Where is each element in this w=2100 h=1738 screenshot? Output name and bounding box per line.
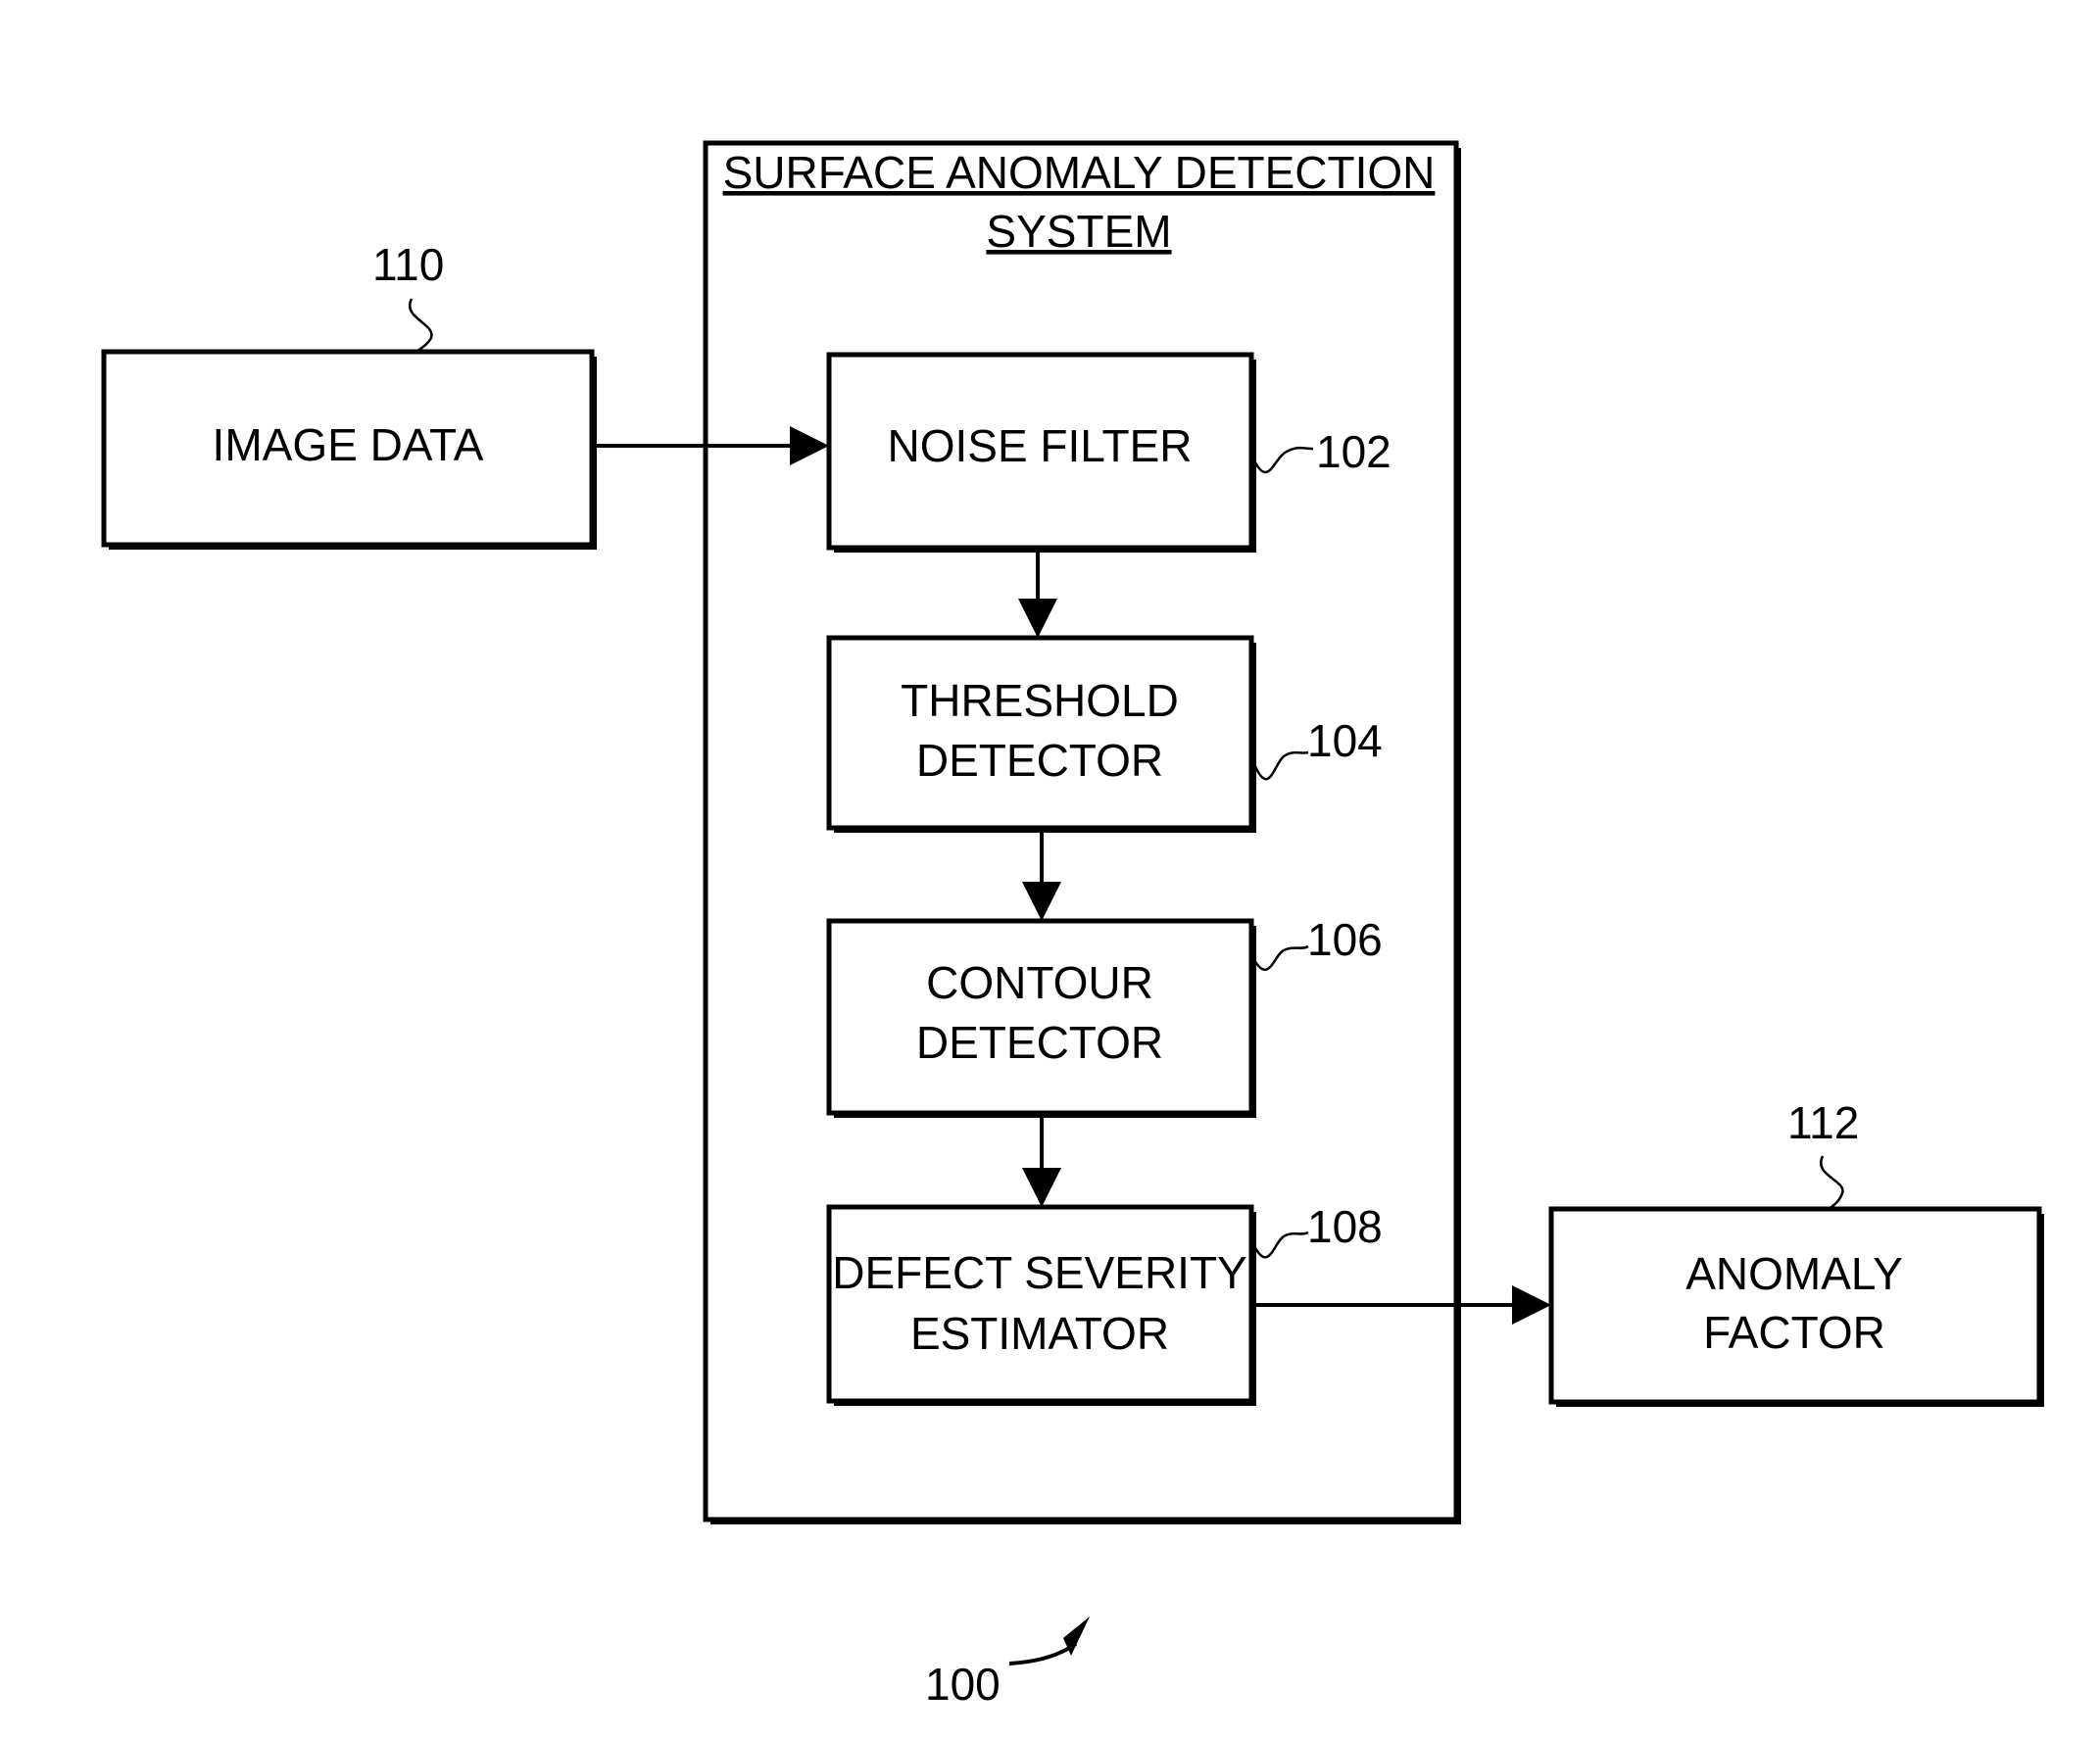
figure-reference: 100 [925,1617,1090,1710]
anomaly-factor-box [1548,1206,2042,1405]
anomaly-factor-leader [1819,1155,1844,1211]
block-diagram: SURFACE ANOMALY DETECTION SYSTEM IMAGE D… [101,140,2044,1710]
contour-detector-label-line2: DETECTOR [916,1017,1163,1068]
contour-detector-label-line1: CONTOUR [926,957,1153,1008]
image-data-leader [408,298,433,353]
noise-filter-ref: 102 [1316,426,1392,477]
threshold-detector-box [826,635,1254,831]
figure-ref-label: 100 [925,1659,1001,1710]
anomaly-factor-ref: 112 [1787,1097,1859,1148]
anomaly-factor-block: ANOMALY FACTOR 112 [1548,1097,2044,1407]
threshold-detector-label-line1: THRESHOLD [901,675,1179,726]
image-data-label: IMAGE DATA [213,419,484,470]
contour-detector-ref: 106 [1307,914,1383,965]
threshold-detector-ref: 104 [1307,715,1383,766]
noise-filter-label: NOISE FILTER [888,420,1193,471]
image-data-ref: 110 [372,239,444,290]
defect-severity-estimator-box [826,1204,1254,1404]
anomaly-factor-label-line1: ANOMALY [1685,1248,1903,1299]
system-title-line1: SURFACE ANOMALY DETECTION [723,147,1436,198]
figure-ref-arrow-shaft [1008,1642,1078,1666]
image-data-block: IMAGE DATA 110 [101,239,597,550]
defect-severity-estimator-label-line2: ESTIMATOR [910,1308,1169,1359]
defect-severity-estimator-label-line1: DEFECT SEVERITY [832,1247,1246,1298]
defect-severity-estimator-ref: 108 [1307,1201,1383,1252]
threshold-detector-label-line2: DETECTOR [916,735,1163,786]
anomaly-factor-label-line2: FACTOR [1703,1307,1885,1358]
system-title-line2: SYSTEM [986,206,1171,257]
